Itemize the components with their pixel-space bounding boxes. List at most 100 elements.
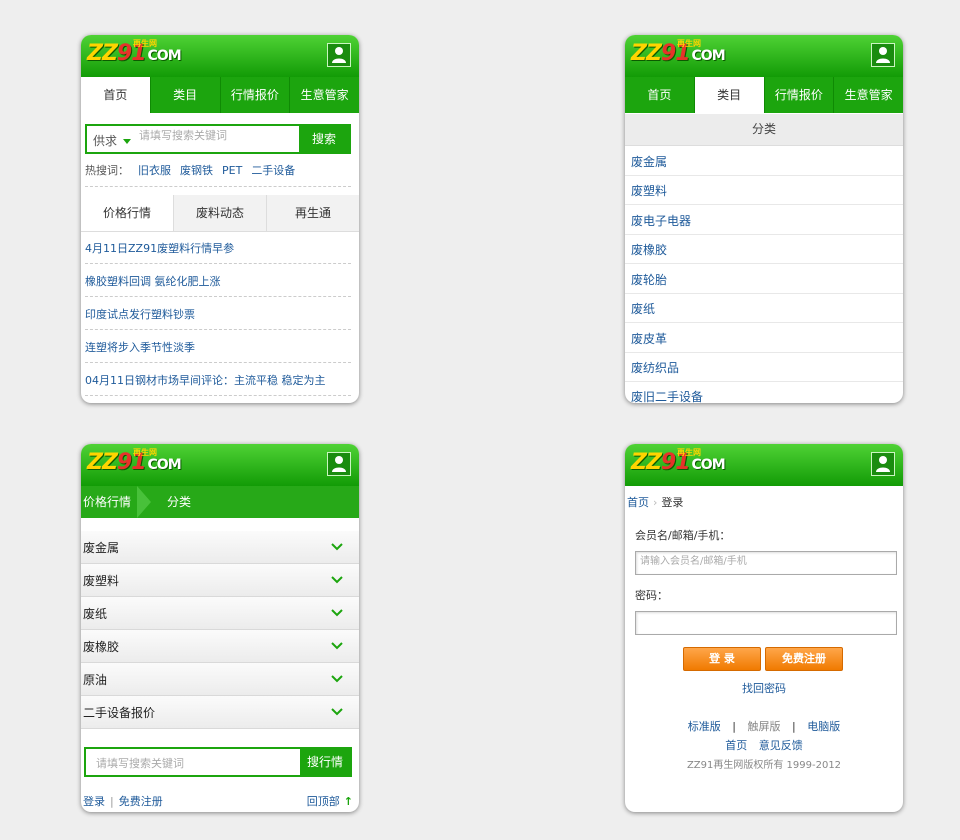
category-item[interactable]: 废电子电器 [631, 212, 897, 229]
search-bar: 供求 请填写搜索关键词 搜索 [85, 124, 351, 154]
footer-home[interactable]: 首页 [725, 739, 747, 752]
nav-manager[interactable]: 生意管家 [290, 77, 359, 113]
chevron-right-icon [137, 486, 151, 518]
arrow-up-icon: ↑ [343, 795, 353, 808]
accordion-item[interactable]: 废金属 [81, 531, 359, 564]
divider [625, 352, 903, 353]
tab-zaishengtong[interactable]: 再生通 [266, 195, 359, 231]
password-field[interactable] [635, 611, 897, 635]
chevron-down-icon [331, 576, 343, 584]
nav-category[interactable]: 类目 [694, 77, 765, 113]
accordion-item[interactable]: 二手设备报价 [81, 696, 359, 729]
section-title: 分类 [625, 114, 903, 146]
screen-price-categories: ZZ91 COM 再生网 价格行情 分类 废金属 废塑料 废纸 废橡胶 原油 二手设… [81, 444, 359, 812]
divider [625, 322, 903, 323]
category-item[interactable]: 废塑料 [631, 182, 897, 199]
news-item[interactable]: 04月11日钢材市场早间评论：主流平稳 稳定为主 [85, 372, 351, 388]
zz91-logo[interactable]: ZZ91 COM 再生网 [87, 39, 182, 66]
divider [85, 395, 351, 396]
crumb-home[interactable]: 首页 [627, 496, 649, 509]
user-icon[interactable] [327, 43, 351, 67]
hot-word[interactable]: 废钢铁 [180, 164, 213, 177]
chevron-down-icon [331, 543, 343, 551]
divider [85, 329, 351, 330]
divider [625, 381, 903, 382]
accordion-item[interactable]: 废纸 [81, 597, 359, 630]
chevron-down-icon [331, 609, 343, 617]
divider [85, 263, 351, 264]
hot-word[interactable]: PET [222, 164, 242, 177]
crumb-price[interactable]: 价格行情 [83, 486, 131, 518]
version-standard[interactable]: 标准版 [688, 720, 721, 733]
divider [85, 362, 351, 363]
dropdown-arrow-icon [123, 139, 132, 144]
search-button[interactable]: 搜索 [299, 126, 349, 152]
category-item[interactable]: 废橡胶 [631, 241, 897, 258]
forgot-password-link[interactable]: 找回密码 [625, 680, 903, 696]
version-touch[interactable]: 触屏版 [748, 720, 781, 733]
quote-search-button[interactable]: 搜行情 [300, 749, 350, 775]
password-label: 密码： [635, 589, 668, 602]
news-item[interactable]: 橡胶塑料回调 氨纶化肥上涨 [85, 273, 351, 289]
category-item[interactable]: 废纸 [631, 300, 897, 317]
accordion-item[interactable]: 原油 [81, 663, 359, 696]
nav-category[interactable]: 类目 [151, 77, 221, 113]
screen-login: ZZ91 COM 再生网 首页 › 登录 会员名/邮箱/手机： 请输入会员名/邮箱/手机… [625, 444, 903, 812]
divider [625, 234, 903, 235]
category-item[interactable]: 废纺织品 [631, 359, 897, 376]
username-label: 会员名/邮箱/手机： [635, 529, 731, 542]
login-link[interactable]: 登录 [83, 795, 105, 808]
accordion-item[interactable]: 废塑料 [81, 564, 359, 597]
header: ZZ91 COM 再生网 [625, 35, 903, 77]
news-item[interactable]: 连塑将步入季节性淡季 [85, 339, 351, 355]
news-item[interactable]: 印度试点发行塑料钞票 [85, 306, 351, 322]
category-item[interactable]: 废旧二手设备 [631, 388, 897, 403]
hot-word[interactable]: 旧衣服 [138, 164, 171, 177]
zz91-logo[interactable]: ZZ91 COM 再生网 [631, 448, 726, 475]
nav-home[interactable]: 首页 [625, 77, 695, 113]
divider [85, 186, 351, 187]
nav-quotes[interactable]: 行情报价 [765, 77, 835, 113]
zz91-logo[interactable]: ZZ91 COM 再生网 [631, 39, 726, 66]
search-type-select[interactable]: 供求 [93, 132, 132, 149]
footer-links: 首页 意见反馈 [625, 737, 903, 753]
back-to-top[interactable]: 回顶部 ↑ [307, 793, 353, 809]
quote-search-input[interactable]: 请填写搜索关键词 [96, 755, 184, 771]
news-item[interactable]: 4月11日ZZ91废塑料行情早参 [85, 240, 351, 256]
crumb-category: 分类 [167, 495, 192, 509]
version-desktop[interactable]: 电脑版 [807, 720, 840, 733]
tab-waste-news[interactable]: 废料动态 [173, 195, 266, 231]
user-icon[interactable] [327, 452, 351, 476]
footer-links: 登录 | 免费注册 [83, 795, 163, 808]
main-nav: 首页 类目 行情报价 生意管家 [81, 77, 359, 113]
category-item[interactable]: 废轮胎 [631, 271, 897, 288]
user-icon[interactable] [871, 43, 895, 67]
hot-word[interactable]: 二手设备 [251, 164, 295, 177]
chevron-down-icon [331, 675, 343, 683]
divider [625, 175, 903, 176]
footer-feedback[interactable]: 意见反馈 [759, 739, 803, 752]
search-input[interactable]: 请填写搜索关键词 [139, 127, 227, 143]
user-icon[interactable] [871, 452, 895, 476]
register-button[interactable]: 免费注册 [765, 647, 843, 671]
login-button[interactable]: 登 录 [683, 647, 761, 671]
nav-home[interactable]: 首页 [81, 77, 151, 113]
header: ZZ91 COM 再生网 [81, 444, 359, 486]
breadcrumb: 首页 › 登录 [627, 494, 683, 510]
tab-price[interactable]: 价格行情 [81, 195, 173, 231]
nav-manager[interactable]: 生意管家 [834, 77, 903, 113]
category-item[interactable]: 废金属 [631, 153, 897, 170]
accordion-item[interactable]: 废橡胶 [81, 630, 359, 663]
news-tabs: 价格行情 废料动态 再生通 [81, 195, 359, 232]
hot-label: 热搜词： [85, 164, 129, 177]
nav-quotes[interactable]: 行情报价 [221, 77, 291, 113]
chevron-right-icon: › [653, 496, 658, 509]
category-item[interactable]: 废皮革 [631, 330, 897, 347]
header: ZZ91 COM 再生网 [625, 444, 903, 486]
copyright: ZZ91再生网版权所有 1999-2012 [686, 760, 842, 771]
crumb-current: 登录 [661, 496, 684, 509]
divider [625, 204, 903, 205]
register-link[interactable]: 免费注册 [119, 795, 163, 808]
zz91-logo[interactable]: ZZ91 COM 再生网 [87, 448, 182, 475]
username-field[interactable]: 请输入会员名/邮箱/手机 [635, 551, 897, 575]
